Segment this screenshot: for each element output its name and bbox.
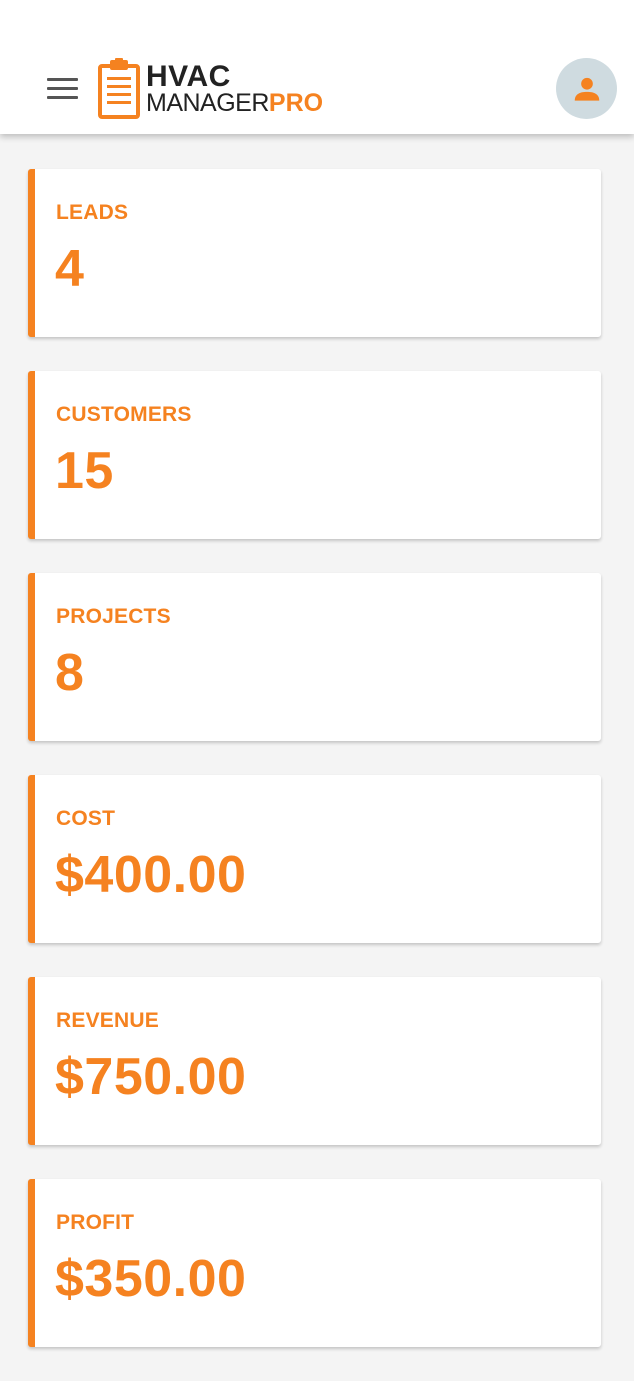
logo-subtitle-prefix: MANAGER	[146, 89, 269, 117]
stat-card-projects[interactable]: PROJECTS 8	[28, 573, 601, 741]
stat-label: PROJECTS	[56, 605, 171, 628]
stat-value: 4	[55, 240, 85, 298]
app-logo[interactable]: HVAC MANAGERPRO	[97, 58, 323, 120]
hamburger-menu-icon	[46, 77, 78, 81]
stat-card-leads[interactable]: LEADS 4	[28, 169, 601, 337]
stat-label: REVENUE	[56, 1009, 159, 1032]
hamburger-menu-button[interactable]	[40, 70, 84, 106]
stat-value: $350.00	[55, 1250, 247, 1308]
stat-label: PROFIT	[56, 1211, 135, 1234]
stat-label: COST	[56, 807, 116, 830]
stat-card-cost[interactable]: COST $400.00	[28, 775, 601, 943]
stat-value: 8	[55, 644, 85, 702]
stat-card-profit[interactable]: PROFIT $350.00	[28, 1179, 601, 1347]
app-header: HVAC MANAGERPRO	[0, 0, 634, 134]
stats-list: LEADS 4 CUSTOMERS 15 PROJECTS 8 COST $40…	[28, 169, 601, 1381]
stat-value: 15	[55, 442, 114, 500]
stat-value: $400.00	[55, 846, 247, 904]
hamburger-menu-icon-line	[46, 95, 78, 99]
logo-text: HVAC MANAGERPRO	[146, 62, 323, 116]
stat-card-customers[interactable]: CUSTOMERS 15	[28, 371, 601, 539]
person-icon	[574, 77, 599, 101]
logo-title: HVAC	[146, 60, 231, 93]
stat-label: CUSTOMERS	[56, 403, 192, 426]
logo-subtitle-pro: PRO	[268, 89, 324, 117]
clipboard-icon	[98, 58, 140, 119]
logo-subtitle: MANAGERPRO	[146, 91, 323, 116]
stat-label: LEADS	[56, 201, 129, 224]
hamburger-menu-icon-line	[46, 86, 78, 90]
stat-card-revenue[interactable]: REVENUE $750.00	[28, 977, 601, 1145]
user-avatar-button[interactable]	[556, 58, 617, 119]
stat-value: $750.00	[55, 1048, 247, 1106]
